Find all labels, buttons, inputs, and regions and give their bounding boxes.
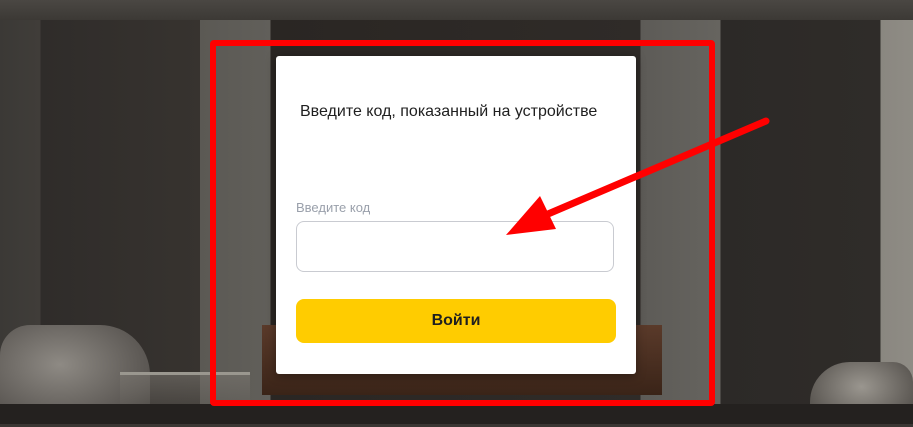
dialog-prompt: Введите код, показанный на устройстве	[300, 103, 598, 120]
device-code-dialog: Введите код, показанный на устройстве Вв…	[276, 56, 636, 374]
code-input[interactable]	[296, 221, 614, 272]
login-button[interactable]: Войти	[296, 299, 616, 343]
code-field-label: Введите код	[296, 200, 371, 215]
background-ceiling	[0, 0, 913, 20]
background-floor	[0, 404, 913, 424]
